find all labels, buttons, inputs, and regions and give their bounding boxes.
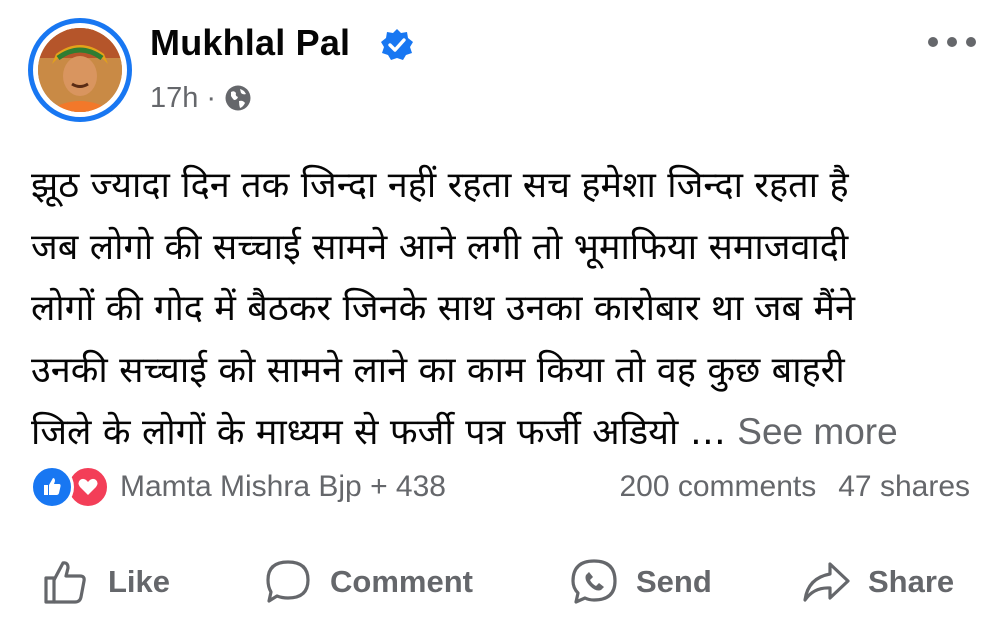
- post-timestamp[interactable]: 17h: [150, 82, 198, 115]
- messenger-icon: [571, 559, 617, 604]
- action-bar: Like Comment Send Share: [0, 550, 1000, 614]
- avatar-photo: [38, 28, 122, 112]
- post-text-line: लोगों की गोद में बैठकर जिनके साथ उनका का…: [31, 288, 855, 329]
- more-dot-icon: [947, 37, 957, 47]
- more-dot-icon: [966, 37, 976, 47]
- share-button[interactable]: Share: [800, 550, 954, 614]
- more-options-button[interactable]: [928, 30, 976, 54]
- post-text: झूठ ज्यादा दिन तक जिन्दा नहीं रहता सच हम…: [31, 155, 981, 464]
- share-label: Share: [868, 564, 955, 599]
- see-more-link[interactable]: See more: [737, 411, 897, 452]
- post-text-line: झूठ ज्यादा दिन तक जिन्दा नहीं रहता सच हम…: [31, 165, 849, 206]
- post-text-line: उनकी सच्चाई को सामने लाने का काम किया तो…: [31, 349, 845, 391]
- post-text-line: जब लोगो की सच्चाई सामने आने लगी तो भूमाफ…: [31, 226, 849, 268]
- reactions-summary[interactable]: Mamta Mishra Bjp + 438: [30, 465, 446, 509]
- send-label: Send: [636, 564, 712, 599]
- meta-separator: ·: [206, 81, 217, 114]
- verified-badge-icon: [381, 29, 413, 60]
- author-name[interactable]: Mukhlal Pal: [150, 22, 350, 64]
- share-arrow-icon: [803, 562, 850, 602]
- engagement-counts: 200 comments 47 shares: [619, 466, 970, 508]
- post-text-line-last: जिले के लोगों के माध्यम से फर्जी पत्र फर…: [31, 401, 981, 464]
- comment-bubble-icon: [266, 560, 310, 603]
- globe-icon: [225, 85, 251, 111]
- like-label: Like: [108, 564, 171, 599]
- send-button[interactable]: Send: [568, 550, 712, 614]
- comments-count[interactable]: 200 comments: [619, 470, 816, 504]
- shares-count[interactable]: 47 shares: [838, 470, 970, 504]
- comment-button[interactable]: Comment: [262, 550, 473, 614]
- more-dot-icon: [928, 37, 938, 47]
- author-avatar[interactable]: [28, 18, 132, 122]
- post-meta: 17h ·: [150, 80, 252, 116]
- reaction-names: Mamta Mishra Bjp + 438: [120, 470, 446, 503]
- post-text-line: जिले के लोगों के माध्यम से फर्जी पत्र फर…: [31, 412, 726, 453]
- comment-label: Comment: [330, 564, 473, 599]
- like-button[interactable]: Like: [40, 550, 170, 614]
- thumbs-up-icon: [44, 561, 86, 604]
- like-reaction-icon: [30, 465, 74, 509]
